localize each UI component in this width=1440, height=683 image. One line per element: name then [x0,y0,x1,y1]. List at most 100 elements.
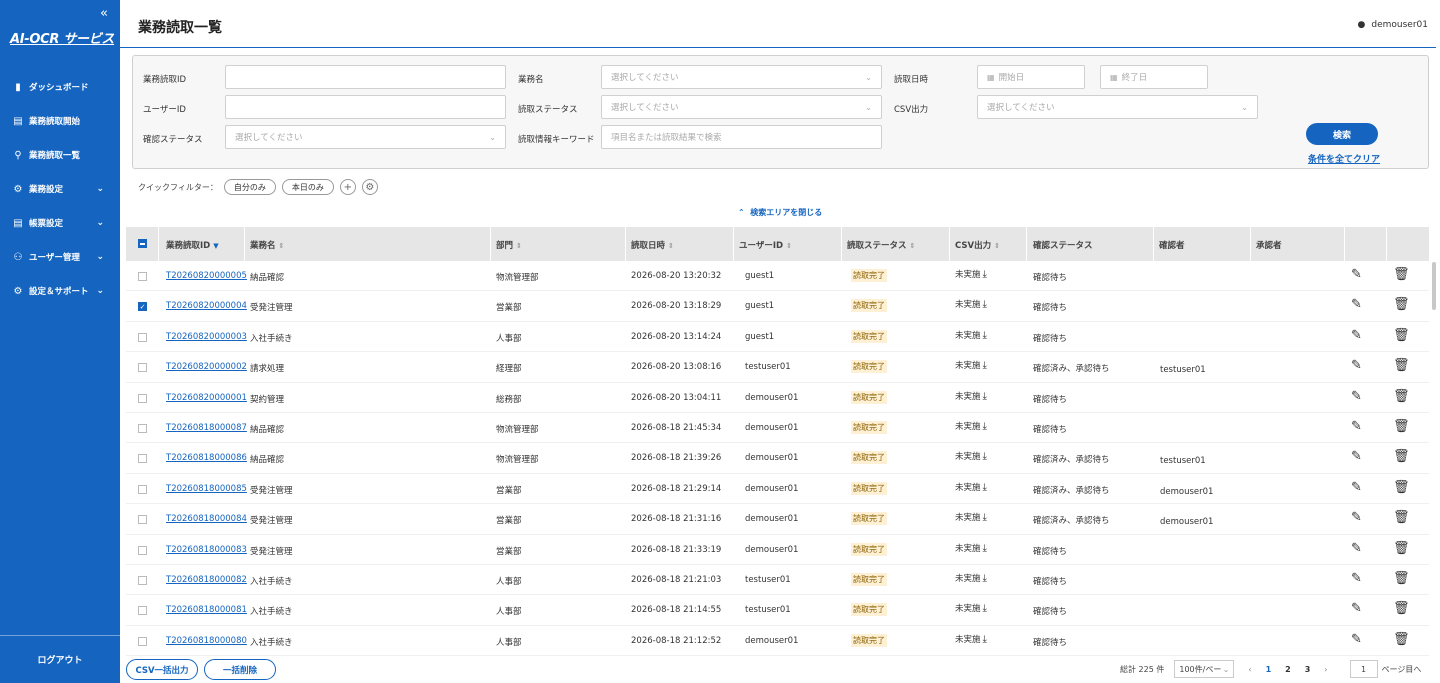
add-filter-icon[interactable]: + [339,179,356,195]
gear-icon[interactable]: ⚙ [361,179,378,195]
sidebar-item-1[interactable]: ▤ 業務読取開始 [0,104,120,138]
edit-icon[interactable]: ✎ [1351,541,1362,556]
csv-output-select[interactable]: 選択してください ⌄ [977,95,1258,119]
row-checkbox[interactable] [138,606,147,616]
row-checkbox[interactable]: ✓ [138,302,147,312]
read-id-link[interactable]: T20260818000082 [166,575,247,585]
chip-today-only[interactable]: 本日のみ [281,179,334,195]
edit-icon[interactable]: ✎ [1351,449,1362,464]
sidebar-item-3[interactable]: ⚙ 業務設定 ⌄ [0,172,120,206]
download-icon[interactable]: ⤓ [983,269,987,280]
page-3[interactable]: 3 [1305,665,1311,674]
row-checkbox[interactable] [138,575,147,585]
row-checkbox[interactable] [138,515,147,525]
sidebar-item-6[interactable]: ⚙ 設定＆サポート ⌄ [0,274,120,308]
per-page-select[interactable]: 100件/ペー ⌄ [1174,660,1235,678]
trash-icon[interactable]: 🗑 [1393,480,1410,495]
task-name-select[interactable]: 選択してください ⌄ [601,65,882,89]
download-icon[interactable]: ⤓ [983,603,987,614]
row-checkbox[interactable] [138,272,147,281]
row-checkbox[interactable] [138,363,147,373]
clear-conditions-link[interactable]: 条件を全てクリア [1308,152,1380,165]
logout-button[interactable]: ログアウト [0,635,120,683]
trash-icon[interactable]: 🗑 [1393,419,1410,434]
bulk-delete-button[interactable]: 一括削除 [204,659,276,680]
read-id-link[interactable]: T20260818000081 [166,605,247,615]
page-1[interactable]: 1 [1266,665,1272,674]
page-jump-input[interactable]: 1 [1349,660,1378,678]
row-checkbox[interactable] [138,484,147,494]
prev-page-icon[interactable]: ‹ [1248,665,1251,674]
col-read-id[interactable]: 業務読取ID ▼ [166,239,219,251]
trash-icon[interactable]: 🗑 [1393,389,1410,404]
read-id-input[interactable] [225,65,506,89]
read-status-select[interactable]: 選択してください ⌄ [601,95,882,119]
trash-icon[interactable]: 🗑 [1393,510,1410,525]
page-2[interactable]: 2 [1285,665,1291,674]
col-user-id[interactable]: ユーザーID ⇕ [739,239,792,251]
col-read-status[interactable]: 読取ステータス ⇕ [847,239,915,251]
edit-icon[interactable]: ✎ [1351,419,1362,434]
read-id-link[interactable]: T20260820000003 [166,332,247,342]
read-id-link[interactable]: T20260818000084 [166,514,247,524]
edit-icon[interactable]: ✎ [1351,480,1362,495]
download-icon[interactable]: ⤓ [983,634,987,645]
download-icon[interactable]: ⤓ [983,543,987,554]
col-csv[interactable]: CSV出力 ⇕ [955,239,1000,251]
trash-icon[interactable]: 🗑 [1393,571,1410,586]
sidebar-item-4[interactable]: ▤ 帳票設定 ⌄ [0,206,120,240]
end-date-input[interactable]: ▦ 終了日 [1100,65,1208,89]
trash-icon[interactable]: 🗑 [1393,297,1410,312]
row-checkbox[interactable] [138,545,147,555]
next-page-icon[interactable]: › [1324,665,1327,674]
read-id-link[interactable]: T20260818000083 [166,545,247,555]
download-icon[interactable]: ⤓ [983,360,987,371]
edit-icon[interactable]: ✎ [1351,571,1362,586]
download-icon[interactable]: ⤓ [983,482,987,493]
trash-icon[interactable]: 🗑 [1393,358,1410,373]
download-icon[interactable]: ⤓ [983,299,987,310]
trash-icon[interactable]: 🗑 [1393,632,1410,647]
close-search-area-link[interactable]: ⌃ 検索エリアを閉じる [738,207,822,218]
confirm-status-select[interactable]: 選択してください ⌄ [225,125,506,149]
col-datetime[interactable]: 読取日時 ⇕ [631,239,674,251]
read-id-link[interactable]: T20260820000002 [166,362,247,372]
chip-mine-only[interactable]: 自分のみ [223,179,276,195]
download-icon[interactable]: ⤓ [983,573,987,584]
keyword-input[interactable]: 項目名または読取結果で検索 [601,125,882,149]
trash-icon[interactable]: 🗑 [1393,449,1410,464]
row-checkbox[interactable] [138,423,147,433]
read-id-link[interactable]: T20260820000004 [166,301,247,311]
trash-icon[interactable]: 🗑 [1393,328,1410,343]
edit-icon[interactable]: ✎ [1351,297,1362,312]
table-scrollbar[interactable] [1432,262,1436,310]
edit-icon[interactable]: ✎ [1351,358,1362,373]
sidebar-item-2[interactable]: ⚲ 業務読取一覧 [0,138,120,172]
download-icon[interactable]: ⤓ [983,421,987,432]
read-id-link[interactable]: T20260818000087 [166,423,247,433]
edit-icon[interactable]: ✎ [1351,267,1362,282]
download-icon[interactable]: ⤓ [983,391,987,402]
col-dept[interactable]: 部門 ⇕ [496,239,522,251]
edit-icon[interactable]: ✎ [1351,510,1362,525]
row-checkbox[interactable] [138,393,147,403]
row-checkbox[interactable] [138,332,147,342]
sidebar-item-0[interactable]: ▮ ダッシュボード [0,70,120,104]
read-id-link[interactable]: T20260820000001 [166,393,247,403]
row-checkbox[interactable] [138,454,147,464]
trash-icon[interactable]: 🗑 [1393,541,1410,556]
edit-icon[interactable]: ✎ [1351,389,1362,404]
start-date-input[interactable]: ▦ 開始日 [977,65,1085,89]
sidebar-item-5[interactable]: ⚇ ユーザー管理 ⌄ [0,240,120,274]
edit-icon[interactable]: ✎ [1351,328,1362,343]
col-task-name[interactable]: 業務名 ⇕ [250,239,284,251]
search-button[interactable]: 検索 [1306,123,1378,145]
user-menu[interactable]: ● demouser01 [1358,20,1428,30]
read-id-link[interactable]: T20260818000085 [166,484,247,494]
edit-icon[interactable]: ✎ [1351,601,1362,616]
trash-icon[interactable]: 🗑 [1393,267,1410,282]
select-all-checkbox[interactable] [138,239,147,248]
read-id-link[interactable]: T20260820000005 [166,271,247,281]
user-id-input[interactable] [225,95,506,119]
download-icon[interactable]: ⤓ [983,512,987,523]
